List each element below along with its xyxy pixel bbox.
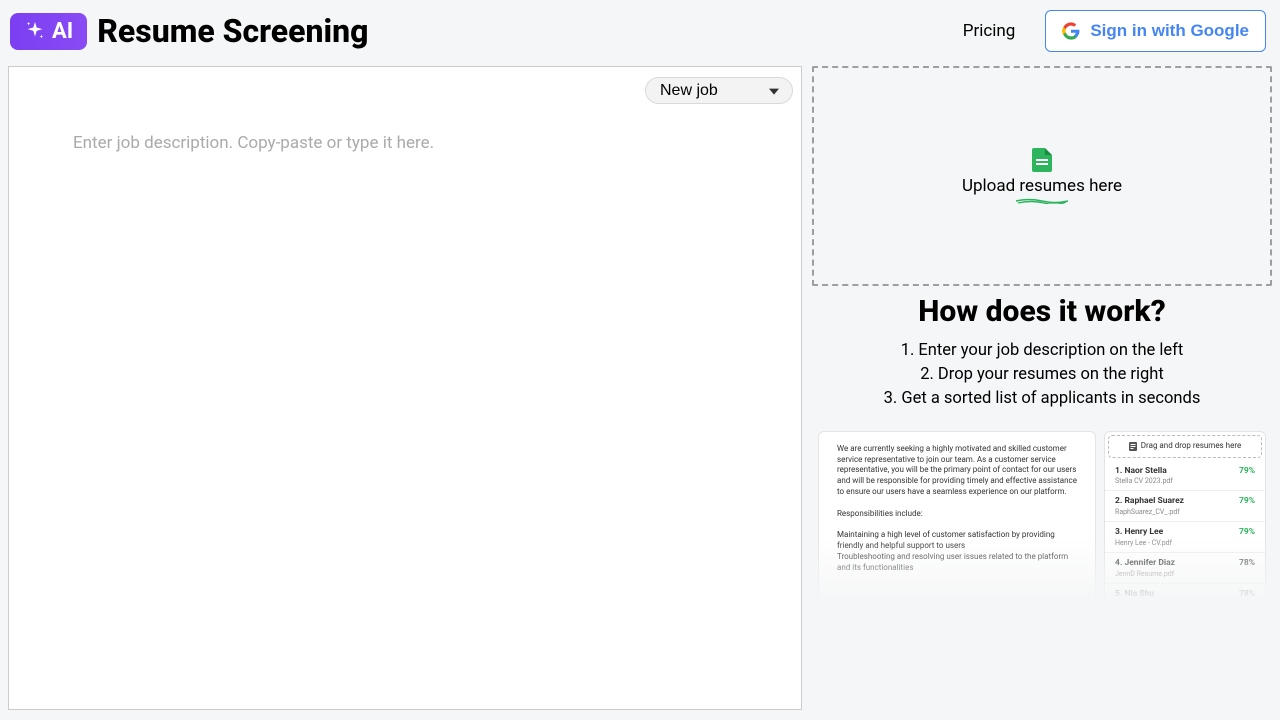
result-name: 1. Naor Stella: [1115, 466, 1173, 477]
how-title: How does it work?: [812, 294, 1272, 329]
result-percent: 79%: [1239, 527, 1255, 538]
upload-dropzone[interactable]: Upload resumes here: [812, 66, 1272, 286]
job-description-input[interactable]: [73, 133, 737, 689]
preview-resp-1: Maintaining a high level of customer sat…: [837, 530, 1077, 552]
result-name: 3. Henry Lee: [1115, 527, 1172, 538]
preview-resp-heading: Responsibilities include:: [837, 509, 1077, 520]
upload-text: Upload resumes here: [962, 176, 1122, 196]
result-percent: 79%: [1239, 466, 1255, 477]
result-row: 3. Henry LeeHenry Lee - CV.pdf 79%: [1105, 522, 1265, 553]
job-select-wrap: New job: [645, 77, 793, 104]
pricing-link[interactable]: Pricing: [963, 21, 1016, 41]
app-header: AI Resume Screening Pricing Sign in with…: [0, 0, 1280, 62]
preview-row: We are currently seeking a highly motiva…: [812, 431, 1272, 607]
how-step-2: 2. Drop your resumes on the right: [812, 363, 1272, 387]
result-percent: 78%: [1239, 589, 1255, 600]
how-step-1: 1. Enter your job description on the lef…: [812, 339, 1272, 363]
ai-badge: AI: [10, 13, 87, 50]
app-title: Resume Screening: [97, 12, 368, 50]
result-file: JennD Resume.pdf: [1115, 570, 1175, 579]
google-signin-button[interactable]: Sign in with Google: [1045, 10, 1266, 52]
result-name: 2. Raphael Suarez: [1115, 496, 1184, 507]
result-file: Henry Lee - CV.pdf: [1115, 539, 1172, 548]
right-panel: Upload resumes here How does it work? 1.…: [812, 66, 1272, 710]
result-file: RaphSuarez_CV_.pdf: [1115, 508, 1184, 517]
ai-badge-label: AI: [52, 19, 73, 44]
how-steps: 1. Enter your job description on the lef…: [812, 339, 1272, 411]
header-right: Pricing Sign in with Google: [963, 10, 1270, 52]
result-percent: 78%: [1239, 558, 1255, 569]
preview-results-card: Drag and drop resumes here 1. Naor Stell…: [1104, 431, 1266, 607]
job-select[interactable]: New job: [645, 77, 793, 104]
google-signin-label: Sign in with Google: [1090, 21, 1249, 41]
google-icon: [1062, 22, 1080, 40]
result-row: 5. Nia Shu 78%: [1105, 584, 1265, 605]
main-content: New job Upload resumes here How does it …: [0, 62, 1280, 710]
result-file: Stella CV 2023.pdf: [1115, 477, 1173, 486]
sparkle-icon: [24, 20, 46, 42]
job-description-panel: New job: [8, 66, 802, 710]
file-upload-icon: [1032, 148, 1052, 172]
preview-results-list: 1. Naor StellaStella CV 2023.pdf79%2. Ra…: [1105, 461, 1265, 606]
preview-job-p1: We are currently seeking a highly motiva…: [837, 444, 1077, 498]
underline-scribble-icon: [1015, 198, 1069, 204]
result-name: 5. Nia Shu: [1115, 589, 1154, 600]
result-row: 2. Raphael SuarezRaphSuarez_CV_.pdf 79%: [1105, 491, 1265, 522]
how-step-3: 3. Get a sorted list of applicants in se…: [812, 387, 1272, 411]
result-row: 4. Jennifer DiazJennD Resume.pdf 78%: [1105, 553, 1265, 584]
preview-job-card: We are currently seeking a highly motiva…: [818, 431, 1096, 607]
preview-resp-2: Troubleshooting and resolving user issue…: [837, 552, 1077, 574]
result-row: 1. Naor StellaStella CV 2023.pdf 79%: [1105, 461, 1265, 492]
document-icon: [1129, 442, 1137, 451]
header-left: AI Resume Screening: [10, 12, 369, 50]
how-it-works-section: How does it work? 1. Enter your job desc…: [812, 294, 1272, 423]
result-name: 4. Jennifer Diaz: [1115, 558, 1175, 569]
preview-dnd-header: Drag and drop resumes here: [1108, 435, 1262, 458]
result-percent: 79%: [1239, 496, 1255, 507]
